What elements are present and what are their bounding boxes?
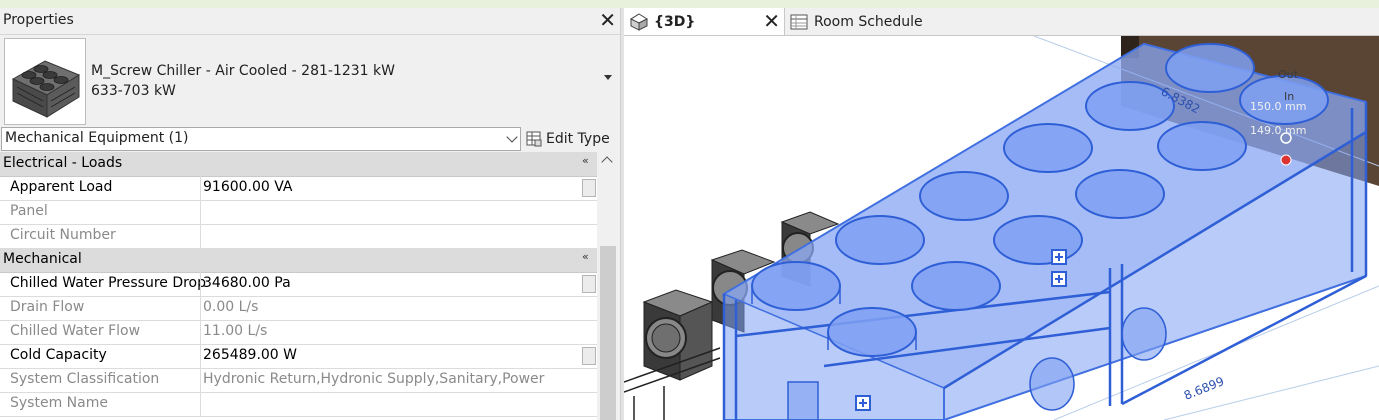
property-value-cell: 0.00 L/s	[200, 296, 597, 320]
property-value: Hydronic Return,Hydronic Supply,Sanitary…	[203, 371, 545, 387]
associate-parameter-button[interactable]	[582, 347, 596, 365]
scroll-up-icon[interactable]	[598, 152, 618, 168]
schedule-icon	[790, 14, 808, 29]
close-icon[interactable]: ✕	[763, 9, 780, 33]
property-value: 265489.00 W	[203, 347, 298, 363]
connector-out-label: Out	[1278, 68, 1299, 81]
property-row[interactable]: Circuit Number	[0, 224, 597, 249]
property-value-cell[interactable]: 34680.00 Pa	[200, 272, 597, 296]
viewport-3d[interactable]: 6.8382 8.6899 Out In 150.0 mm 149.0 mm	[624, 36, 1379, 420]
properties-scrollbar[interactable]	[598, 152, 618, 420]
category-filter-dropdown[interactable]: Mechanical Equipment (1)	[1, 127, 521, 151]
property-value: 34680.00 Pa	[203, 275, 291, 291]
property-row[interactable]: Cold Capacity 265489.00 W	[0, 344, 597, 369]
properties-grid: Electrical - Loads « Apparent Load 91600…	[0, 152, 597, 420]
associate-parameter-button[interactable]	[582, 179, 596, 197]
property-row[interactable]: Chilled Water Pressure Drop 34680.00 Pa	[0, 272, 597, 297]
property-value: 91600.00 VA	[203, 179, 293, 195]
properties-palette: Properties ✕ M_Screw Chiller - Air Coole…	[0, 8, 620, 420]
type-selector[interactable]: M_Screw Chiller - Air Cooled - 281-1231 …	[0, 34, 620, 127]
property-row[interactable]: Panel	[0, 200, 597, 225]
collapse-icon[interactable]: «	[582, 154, 589, 167]
type-name: M_Screw Chiller - Air Cooled - 281-1231 …	[91, 61, 395, 101]
edit-type-button[interactable]: Edit Type	[526, 128, 610, 150]
tab-3d[interactable]: {3D} ✕	[624, 8, 785, 35]
type-dropdown-arrow-icon[interactable]	[604, 75, 612, 80]
property-row[interactable]: System Classification Hydronic Return,Hy…	[0, 368, 597, 393]
property-name: Chilled Water Pressure Drop	[10, 275, 207, 291]
filter-row: Mechanical Equipment (1) Edit Type	[0, 126, 620, 152]
property-name: Chilled Water Flow	[10, 323, 141, 339]
chevron-down-icon	[506, 131, 518, 143]
close-icon[interactable]: ✕	[599, 8, 616, 32]
properties-header: Properties ✕	[0, 8, 620, 34]
group-mechanical[interactable]: Mechanical «	[0, 248, 597, 273]
property-name: System Classification	[10, 371, 160, 387]
property-row[interactable]: System Name	[0, 392, 597, 417]
property-name: System Name	[10, 395, 108, 411]
property-row[interactable]: Drain Flow 0.00 L/s	[0, 296, 597, 321]
associate-parameter-button[interactable]	[582, 275, 596, 293]
property-name: Drain Flow	[10, 299, 85, 315]
model-canvas[interactable]: 6.8382 8.6899 Out In 150.0 mm 149.0 mm	[624, 36, 1379, 420]
property-row[interactable]: Apparent Load 91600.00 VA	[0, 176, 597, 201]
view-tabs: {3D} ✕ Room Schedule	[624, 8, 1379, 36]
tab-3d-label: {3D}	[654, 13, 696, 30]
category-filter-value: Mechanical Equipment (1)	[5, 130, 189, 146]
property-value-cell	[200, 392, 597, 416]
collapse-icon[interactable]: «	[582, 250, 589, 263]
tab-room-schedule-label: Room Schedule	[814, 13, 923, 30]
group-label: Electrical - Loads	[3, 155, 123, 171]
properties-title: Properties	[3, 12, 74, 28]
house-3d-icon	[630, 12, 648, 31]
property-name: Panel	[10, 203, 48, 219]
type-name-line1: M_Screw Chiller - Air Cooled - 281-1231 …	[91, 63, 395, 79]
property-value: 11.00 L/s	[203, 323, 268, 339]
scrollbar-thumb[interactable]	[600, 246, 616, 420]
edit-type-icon	[526, 131, 542, 147]
property-value-cell: Hydronic Return,Hydronic Supply,Sanitary…	[200, 368, 597, 392]
property-row[interactable]: Chilled Water Flow 11.00 L/s	[0, 320, 597, 345]
property-value-cell[interactable]: 91600.00 VA	[200, 176, 597, 200]
group-electrical-loads[interactable]: Electrical - Loads «	[0, 152, 597, 177]
property-value: 0.00 L/s	[203, 299, 259, 315]
group-label: Mechanical	[3, 251, 82, 267]
property-name: Circuit Number	[10, 227, 116, 243]
property-name: Cold Capacity	[10, 347, 107, 363]
tab-room-schedule[interactable]: Room Schedule	[786, 8, 986, 35]
type-name-line2: 633-703 kW	[91, 83, 176, 99]
property-value-cell[interactable]: 265489.00 W	[200, 344, 597, 368]
property-value-cell	[200, 200, 597, 224]
property-value-cell: 11.00 L/s	[200, 320, 597, 344]
connector-size-1: 150.0 mm	[1250, 100, 1306, 113]
property-value-cell	[200, 224, 597, 248]
property-name: Apparent Load	[10, 179, 113, 195]
edit-type-label: Edit Type	[546, 131, 610, 147]
connector-size-2: 149.0 mm	[1250, 124, 1306, 137]
chiller-thumbnail	[4, 38, 86, 125]
